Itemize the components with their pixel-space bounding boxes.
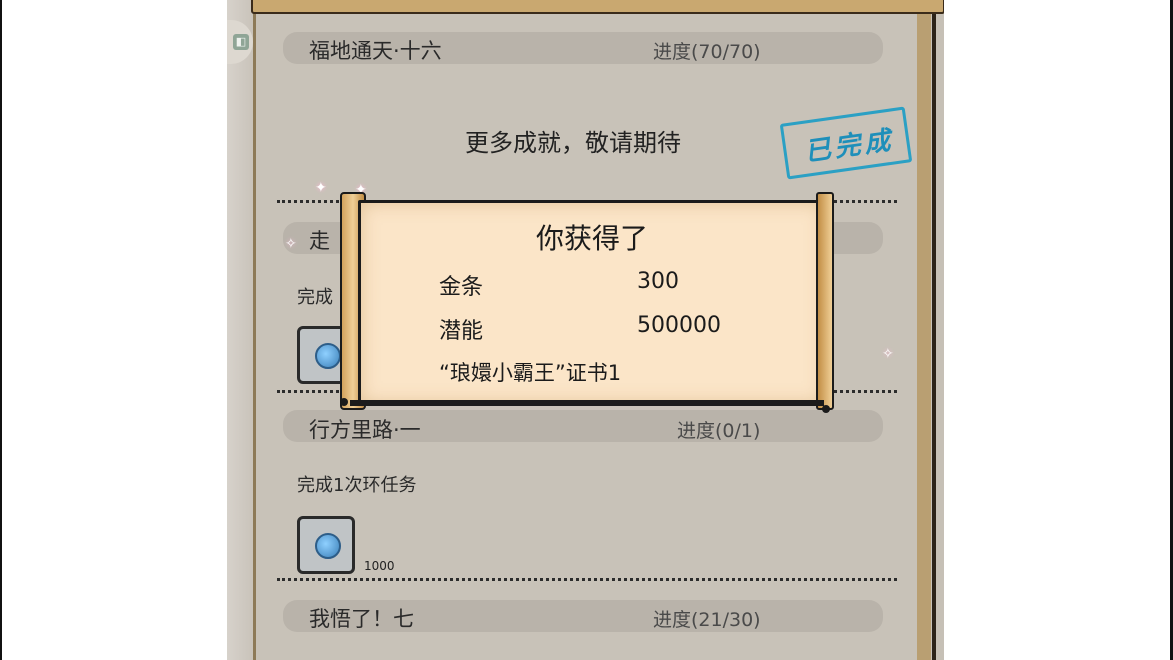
coin-icon [315,343,341,369]
rod-end-cap [822,405,830,413]
reward-name: 潜能 [439,319,484,344]
achievement-title: 福地通天·十六 [309,39,442,63]
reward-popup[interactable]: 你获得了 金条 300 潜能 500000 “琅嬛小霸王”证书1 [358,200,826,406]
reward-item-slot[interactable] [297,516,355,574]
coin-icon [315,533,341,559]
scroll-top-rod [251,0,944,14]
achievement-title: 行方里路·一 [309,418,421,442]
window-border-left [0,0,2,660]
achievement-title: 我悟了！七 [309,607,414,631]
achievement-description: 完成1次环任务 [297,475,417,496]
achievement-progress: 进度(0/1) [677,420,761,442]
popup-scroll-roller-right [816,192,834,410]
scroll-rail [917,8,931,660]
coming-soon-message: 更多成就，敬请期待 [465,129,681,157]
popup-title: 你获得了 [535,222,648,255]
mini-map-icon: ◧ [233,34,249,50]
stamp-label: 已完成 [802,125,897,168]
sparkle-effect: ✦ [315,180,327,196]
sparkle-effect: ✧ [285,236,297,252]
achievement-description: 完成 [297,287,333,308]
row-divider [277,578,897,581]
reward-count: 1000 [364,559,395,573]
achievement-title: 走 [309,229,330,253]
achievement-progress: 进度(70/70) [653,41,761,63]
reward-certificate: “琅嬛小霸王”证书1 [439,361,622,385]
achievement-progress: 进度(21/30) [653,609,761,631]
popup-bottom-rod [350,400,824,406]
background-paper [227,0,253,660]
reward-value: 300 [637,269,679,294]
reward-value: 500000 [637,313,721,338]
sparkle-effect: ✧ [882,346,894,362]
reward-name: 金条 [439,275,484,300]
rod-end-cap [340,398,348,406]
